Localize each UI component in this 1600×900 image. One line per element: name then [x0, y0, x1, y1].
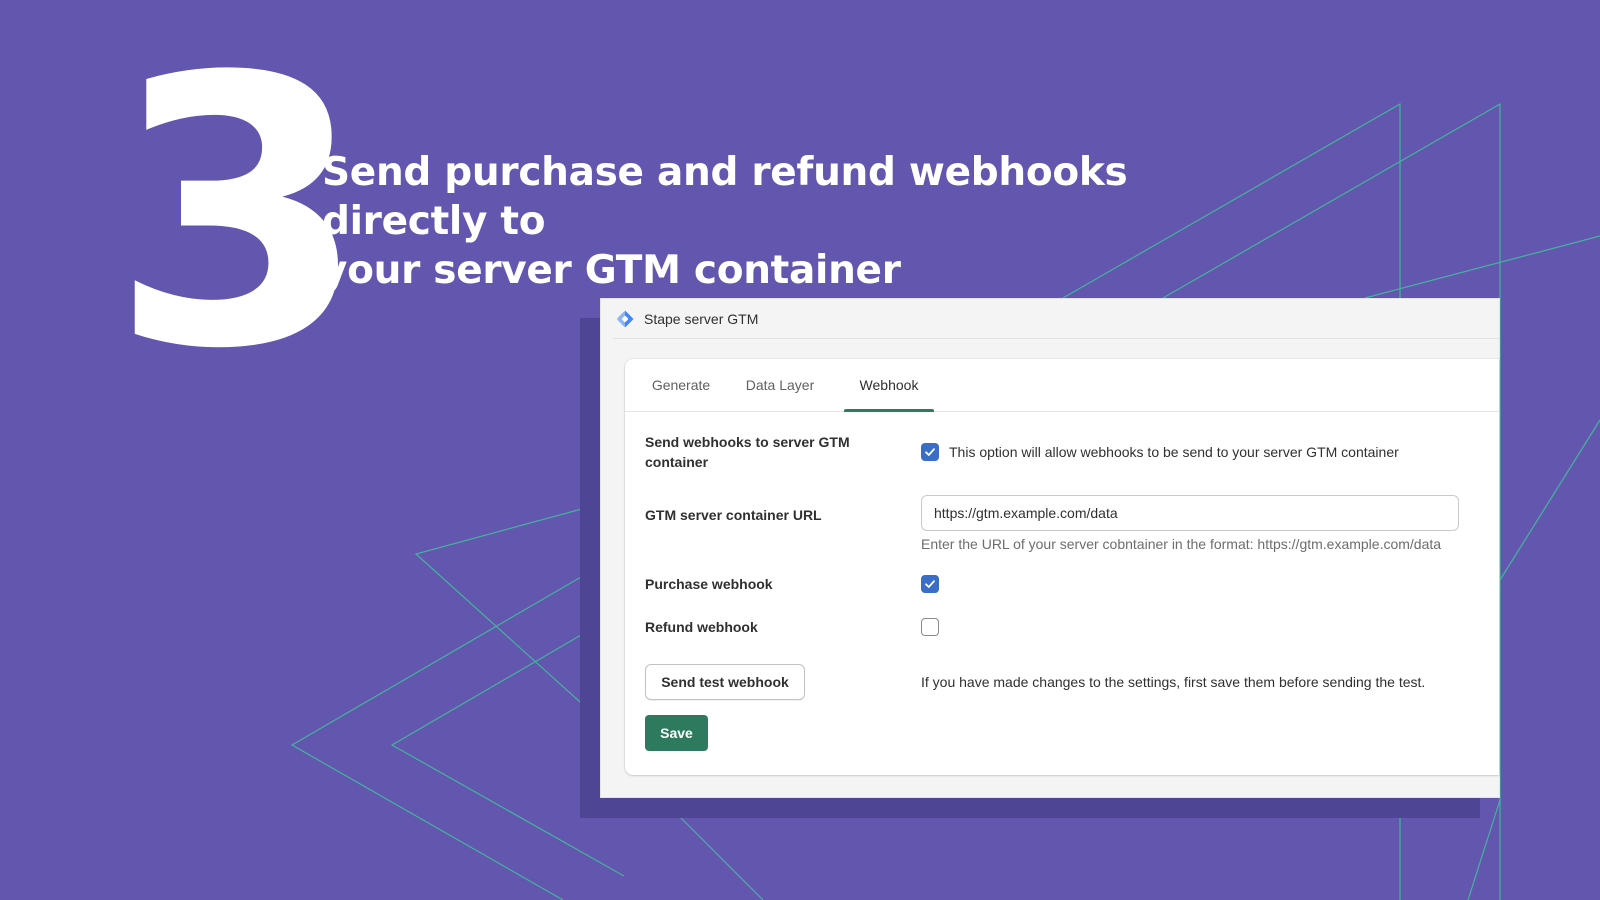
send-webhooks-label-line-1: Send webhooks to server GTM	[645, 434, 850, 450]
tab-data-layer[interactable]: Data Layer	[745, 359, 815, 411]
app-header: Stape server GTM	[613, 299, 1499, 339]
purchase-webhook-label: Purchase webhook	[645, 576, 773, 592]
app-window: Stape server GTM Generate Data Layer Web…	[600, 298, 1500, 798]
send-webhooks-checkbox[interactable]	[921, 443, 939, 461]
refund-webhook-label: Refund webhook	[645, 619, 758, 635]
checkmark-icon	[925, 448, 935, 456]
send-webhooks-label-line-2: container	[645, 454, 709, 470]
bg-line-5	[1499, 419, 1600, 581]
headline: Send purchase and refund webhooks direct…	[322, 148, 1282, 295]
refund-webhook-checkbox[interactable]	[921, 618, 939, 636]
settings-panel: Generate Data Layer Webhook Send webhook…	[625, 359, 1499, 775]
headline-line-1: Send purchase and refund webhooks direct…	[322, 150, 1128, 244]
step-number: 3	[110, 0, 367, 430]
send-test-webhook-button[interactable]: Send test webhook	[645, 664, 805, 700]
send-webhooks-label: Send webhooks to server GTM container	[645, 432, 850, 472]
send-webhooks-description: This option will allow webhooks to be se…	[949, 444, 1399, 460]
gtm-diamond-icon	[615, 309, 635, 329]
headline-line-2: your server GTM container	[322, 248, 901, 293]
bg-line-triangle-3	[414, 503, 601, 721]
container-url-input[interactable]	[921, 495, 1459, 531]
tab-webhook[interactable]: Webhook	[844, 359, 934, 412]
purchase-webhook-checkbox[interactable]	[921, 575, 939, 593]
bg-line-triangle-4	[290, 565, 601, 900]
tab-bar: Generate Data Layer Webhook	[625, 359, 1499, 412]
save-button[interactable]: Save	[645, 715, 708, 751]
container-url-help: Enter the URL of your server cobntainer …	[921, 536, 1442, 552]
app-title: Stape server GTM	[644, 310, 759, 327]
checkmark-icon	[925, 580, 935, 588]
test-webhook-info: If you have made changes to the settings…	[921, 674, 1426, 690]
tab-generate[interactable]: Generate	[649, 359, 713, 411]
container-url-label: GTM server container URL	[645, 507, 822, 523]
